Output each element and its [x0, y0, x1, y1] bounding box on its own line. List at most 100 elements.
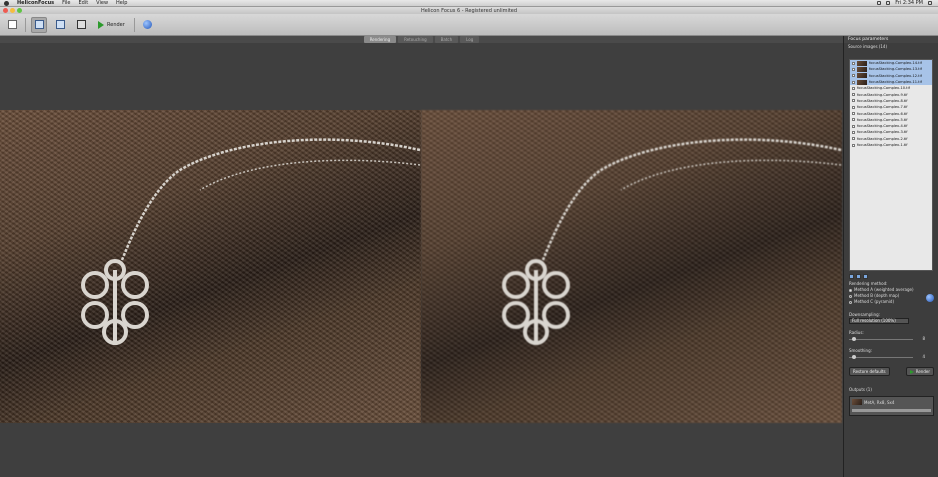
checkbox-checked-icon[interactable]	[852, 130, 855, 134]
mac-menubar: HeliconFocus File Edit View Help Fri 2:3…	[0, 0, 938, 7]
apple-icon[interactable]	[4, 0, 9, 6]
radius-slider[interactable]: 8	[849, 336, 925, 342]
toolbar-separator	[25, 17, 26, 32]
menubar-clock[interactable]: Fri 2:34 PM	[895, 0, 923, 6]
window-title: Helicon Focus 6 - Registered unlimited	[420, 7, 518, 14]
tab-retouching[interactable]: Retouching	[398, 36, 433, 43]
output-thumbnail	[852, 399, 862, 405]
result-image-preview[interactable]	[421, 110, 842, 423]
split-view-icon	[34, 20, 44, 29]
downsampling-select[interactable]: Full resolution (100%)	[849, 318, 909, 324]
focus-parameters-panel: Focus parameters Source images (14) focu…	[843, 36, 938, 477]
smoothing-slider[interactable]: 4	[849, 354, 925, 360]
source-image-name: focusStacking-Complex-10.tif	[857, 86, 910, 91]
hand-tool-button[interactable]	[73, 17, 89, 33]
radius-track	[849, 339, 913, 340]
source-image-name: focusStacking-Complex-14.tif	[869, 61, 922, 66]
menu-app[interactable]: HeliconFocus	[17, 0, 54, 6]
checkbox-checked-icon[interactable]	[852, 80, 855, 84]
render-label: Render	[915, 369, 930, 374]
tab-rendering[interactable]: Rendering	[363, 36, 397, 43]
menu-help[interactable]: Help	[116, 0, 127, 6]
source-image-name: focusStacking-Complex-8.tif	[857, 98, 908, 103]
info-globe-icon[interactable]	[926, 294, 934, 302]
checkbox-checked-icon[interactable]	[852, 124, 855, 128]
outputs-list[interactable]: MetA, Rx8, Sx4	[849, 396, 934, 416]
rendering-method-group: Rendering method: Method A (weighted ave…	[849, 281, 934, 305]
wifi-icon[interactable]	[877, 1, 882, 5]
action-buttons: Restore defaults Render	[849, 367, 934, 376]
source-image-name: focusStacking-Complex-7.tif	[857, 105, 908, 110]
image-thumbnail	[857, 73, 867, 79]
globe-icon	[143, 20, 153, 29]
pendant-necklace-image	[502, 138, 842, 345]
source-image-name: focusStacking-Complex-2.tif	[857, 136, 908, 141]
checkbox-checked-icon[interactable]	[852, 61, 855, 65]
open-images-button[interactable]	[4, 17, 20, 33]
pendant-necklace-image	[81, 138, 421, 345]
single-view-icon	[55, 20, 65, 29]
restore-defaults-button[interactable]: Restore defaults	[849, 367, 890, 376]
window-controls	[3, 8, 22, 13]
play-icon	[909, 369, 914, 374]
window-titlebar: Helicon Focus 6 - Registered unlimited	[0, 7, 938, 14]
source-image-name: focusStacking-Complex-4.tif	[857, 124, 908, 129]
tab-batch[interactable]: Batch	[434, 36, 459, 43]
search-icon[interactable]	[928, 1, 932, 5]
radius-knob[interactable]	[852, 337, 856, 341]
checkbox-checked-icon[interactable]	[852, 74, 855, 78]
source-image-preview[interactable]	[0, 110, 421, 423]
checkbox-checked-icon[interactable]	[852, 118, 855, 122]
hand-icon	[76, 20, 86, 29]
output-item[interactable]: MetA, Rx8, Sx4	[850, 397, 933, 407]
source-image-name: focusStacking-Complex-12.tif	[869, 73, 922, 78]
source-images-list[interactable]: focusStacking-Complex-14.tif focusStackin…	[849, 59, 933, 271]
checkbox-checked-icon[interactable]	[852, 112, 855, 116]
image-thumbnail	[857, 60, 867, 66]
checkbox-checked-icon[interactable]	[852, 137, 855, 141]
source-image-row[interactable]: focusStacking-Complex-1.tif	[850, 142, 932, 148]
zoom-window-icon[interactable]	[17, 8, 22, 13]
menu-view[interactable]: View	[96, 0, 108, 6]
single-view-button[interactable]	[52, 17, 68, 33]
radio-unchecked-icon	[849, 294, 852, 298]
minimize-window-icon[interactable]	[10, 8, 15, 13]
checkbox-checked-icon[interactable]	[852, 143, 855, 147]
smoothing-knob[interactable]	[852, 355, 856, 359]
settings-icon[interactable]	[863, 274, 868, 279]
help-button[interactable]	[140, 17, 156, 33]
play-icon	[98, 20, 104, 29]
radius-value[interactable]: 8	[915, 336, 925, 341]
tab-log[interactable]: Log	[460, 36, 480, 43]
menu-file[interactable]: File	[62, 0, 70, 6]
source-image-name: focusStacking-Complex-6.tif	[857, 111, 908, 116]
battery-icon[interactable]	[886, 1, 891, 5]
checkbox-checked-icon[interactable]	[852, 86, 855, 90]
render-toolbar-button[interactable]: Render	[94, 17, 129, 33]
add-images-icon[interactable]	[849, 274, 854, 279]
smoothing-value[interactable]: 4	[915, 354, 925, 359]
method-c-radio[interactable]: Method C (pyramid)	[849, 299, 934, 305]
menu-edit[interactable]: Edit	[78, 0, 88, 6]
checkbox-checked-icon[interactable]	[852, 105, 855, 109]
menubar-status: Fri 2:34 PM	[877, 0, 938, 6]
restore-defaults-label: Restore defaults	[853, 369, 886, 374]
source-image-name: focusStacking-Complex-1.tif	[857, 143, 908, 147]
open-icon	[7, 20, 17, 29]
downsampling-group: Downsampling: Full resolution (100%)	[849, 312, 934, 324]
render-toolbar-label: Render	[107, 21, 125, 28]
radius-group: Radius: 8	[849, 330, 934, 342]
close-window-icon[interactable]	[3, 8, 8, 13]
side-by-side-view-button[interactable]	[31, 16, 47, 33]
panel-header: Focus parameters	[844, 36, 938, 43]
image-viewer[interactable]	[0, 43, 843, 477]
remove-images-icon[interactable]	[856, 274, 861, 279]
checkbox-checked-icon[interactable]	[852, 99, 855, 103]
toolbar-separator	[133, 17, 135, 32]
image-thumbnail	[857, 79, 867, 85]
checkbox-checked-icon[interactable]	[852, 93, 855, 97]
source-image-name: focusStacking-Complex-13.tif	[869, 67, 922, 72]
output-item-label: MetA, Rx8, Sx4	[864, 399, 895, 405]
render-button[interactable]: Render	[905, 367, 934, 376]
checkbox-checked-icon[interactable]	[852, 67, 855, 71]
